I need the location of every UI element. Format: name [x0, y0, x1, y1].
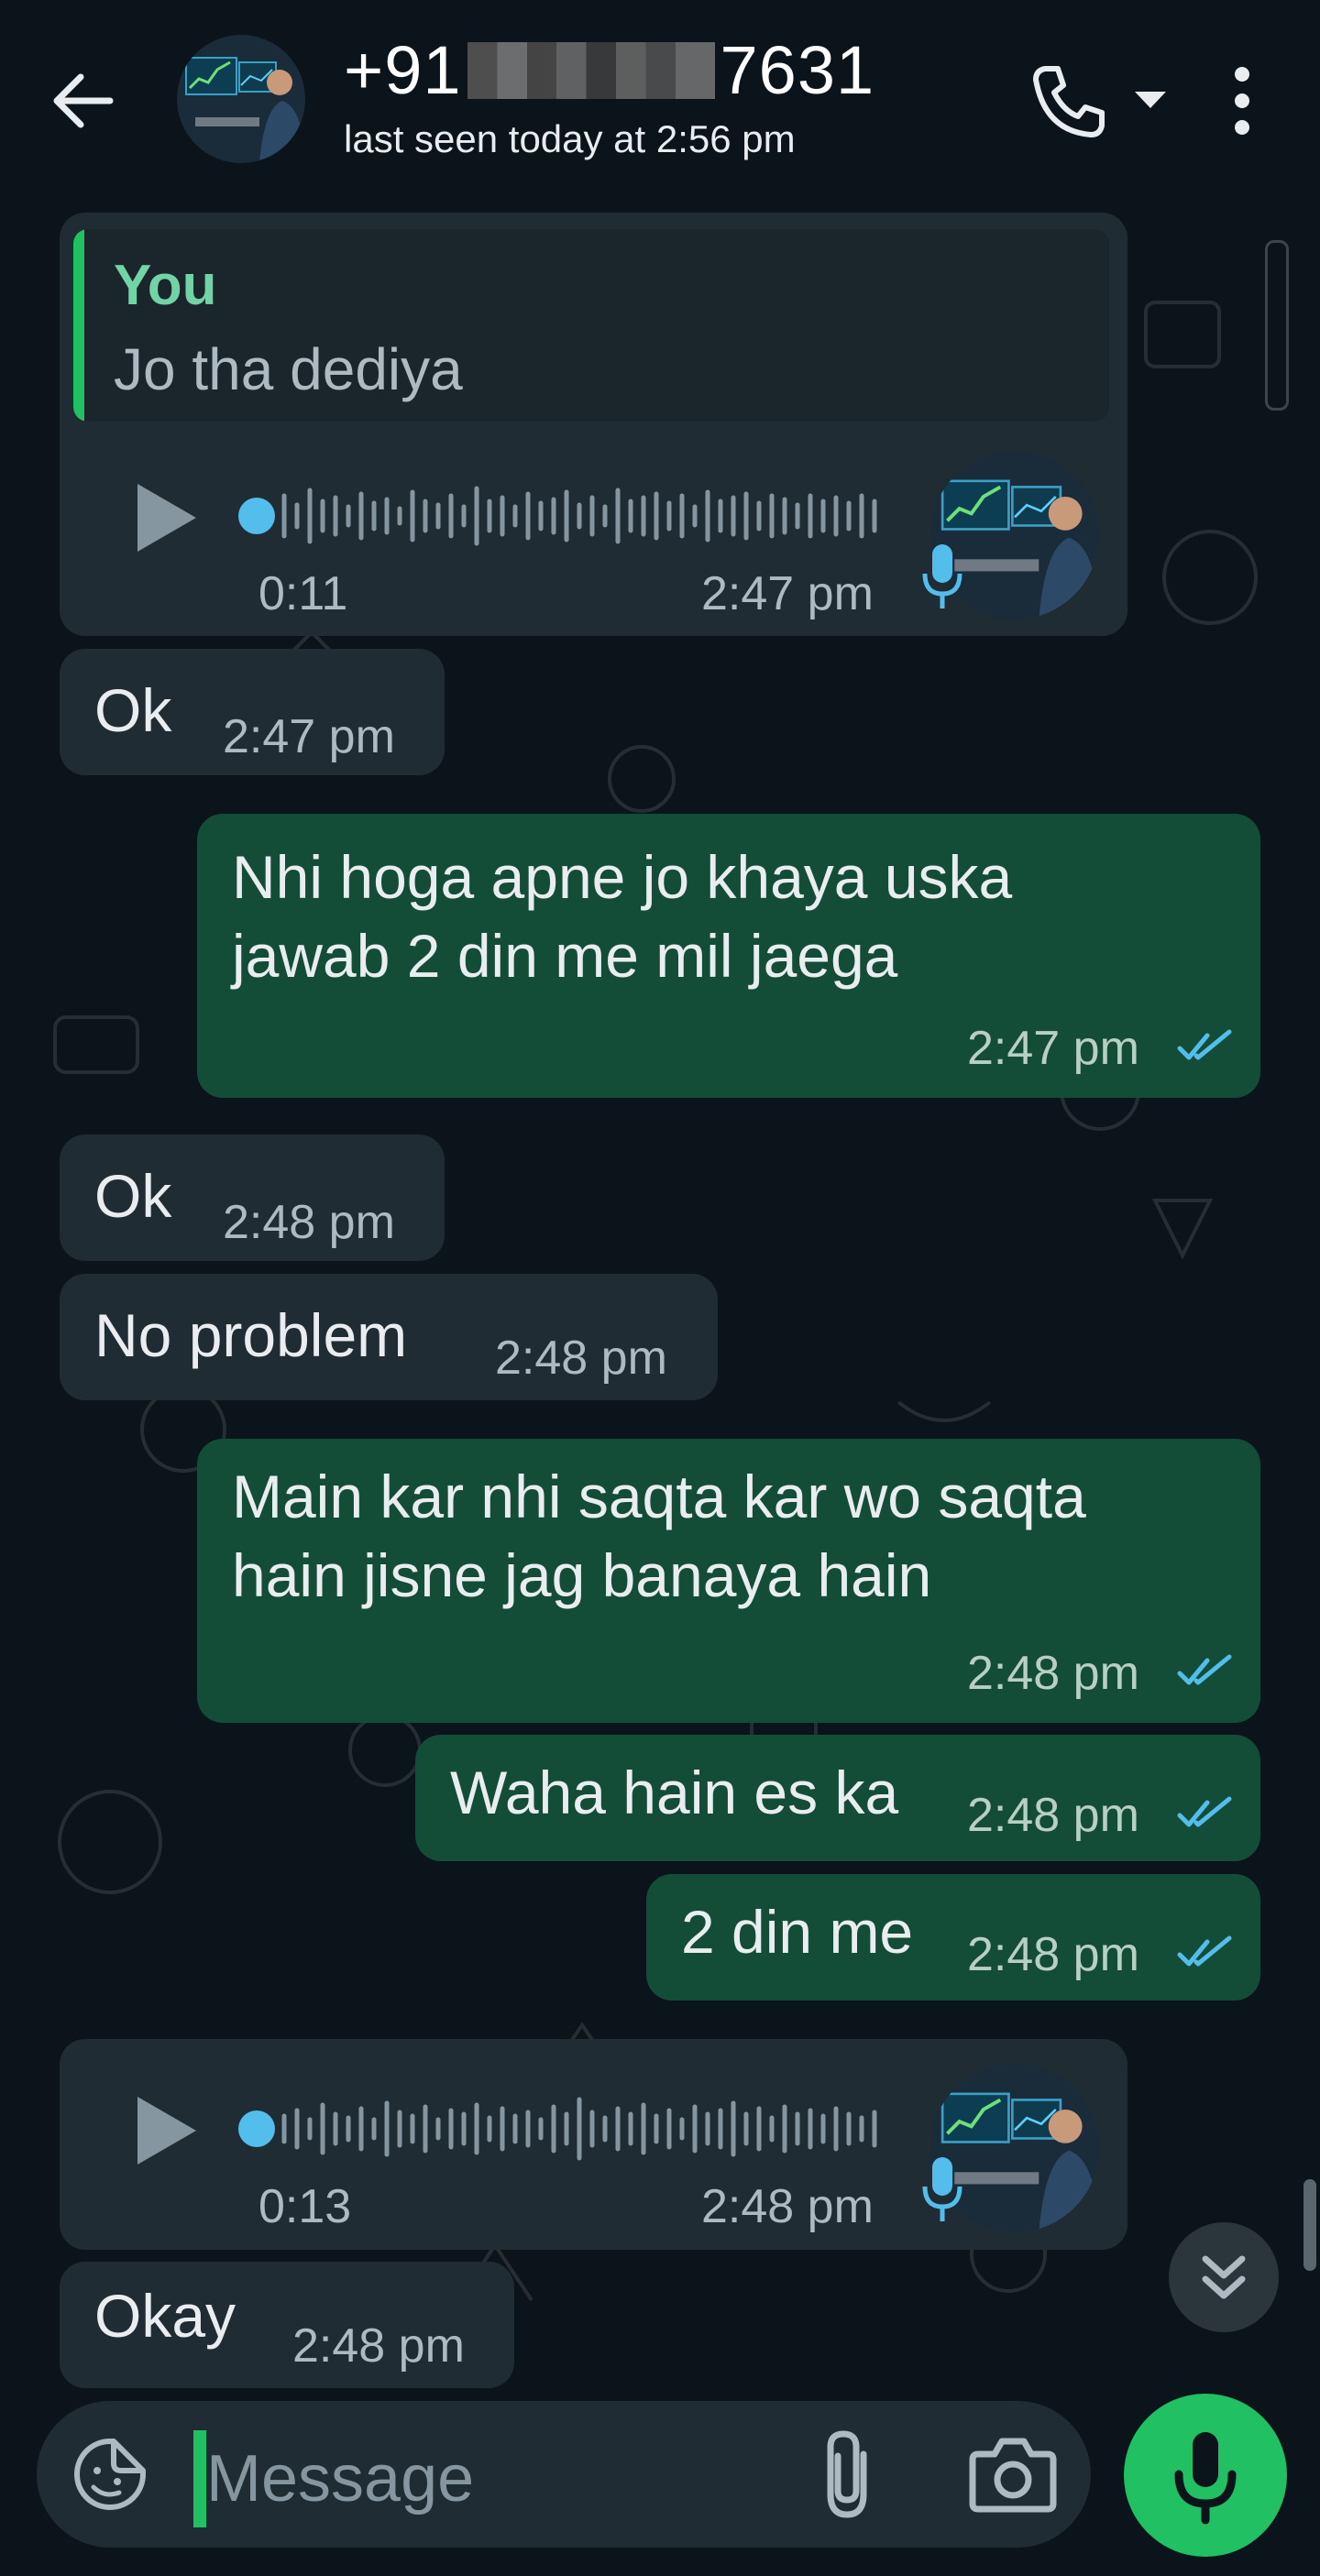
caret-down-icon[interactable] — [1128, 81, 1173, 117]
scrollbar-handle[interactable] — [1304, 2179, 1316, 2271]
quote-accent-bar — [73, 229, 84, 422]
play-icon[interactable] — [128, 477, 202, 559]
record-voice-button[interactable] — [1124, 2394, 1287, 2557]
message-time: 2:48 pm — [223, 1196, 395, 1249]
voice-waveform[interactable] — [236, 2083, 887, 2175]
message-bubble-out[interactable]: Waha hain es ka 2:48 pm — [415, 1735, 1260, 1861]
double-check-read-icon — [1177, 1654, 1232, 1685]
last-seen-status: last seen today at 2:56 pm — [344, 117, 796, 160]
message-input[interactable] — [206, 2428, 775, 2529]
message-time: 2:48 pm — [967, 1647, 1139, 1700]
message-time: 2:48 pm — [292, 2319, 465, 2373]
message-time: 2:48 pm — [967, 1789, 1139, 1842]
message-time: 2:48 pm — [701, 2180, 874, 2233]
phone-icon[interactable] — [1027, 60, 1109, 142]
quote-author: You — [114, 254, 217, 317]
contact-number-prefix: +91 — [344, 32, 462, 108]
double-check-read-icon — [1177, 1796, 1232, 1827]
message-bubble-in[interactable]: Ok 2:47 pm — [60, 649, 445, 775]
message-time: 2:47 pm — [223, 710, 395, 763]
message-text: Ok — [94, 1162, 172, 1230]
voice-duration: 0:13 — [258, 2180, 352, 2233]
voice-waveform[interactable] — [236, 470, 887, 562]
arrow-left-icon[interactable] — [46, 64, 119, 137]
more-vertical-icon[interactable] — [1219, 60, 1265, 142]
message-text-line: Main kar nhi saqta kar wo saqta — [232, 1463, 1086, 1530]
message-bubble-out[interactable]: 2 din me 2:48 pm — [646, 1874, 1260, 2001]
contact-avatar[interactable] — [177, 35, 305, 163]
message-time: 2:48 pm — [967, 1928, 1139, 1981]
redacted-number-block — [467, 42, 715, 99]
contact-title[interactable]: +91 7631 — [344, 31, 874, 109]
voice-duration: 0:11 — [258, 567, 348, 620]
scroll-to-bottom-button[interactable] — [1169, 2222, 1279, 2332]
text-cursor — [193, 2430, 206, 2527]
message-bubble-in[interactable]: Ok 2:48 pm — [60, 1135, 445, 1261]
message-text-line: jawab 2 din me mil jaega — [232, 922, 898, 990]
message-time: 2:47 pm — [967, 1022, 1139, 1075]
message-text: Ok — [94, 676, 172, 744]
double-check-read-icon — [1177, 1029, 1232, 1060]
message-time: 2:48 pm — [495, 1332, 667, 1385]
play-icon[interactable] — [128, 2089, 202, 2172]
microphone-icon — [1174, 2432, 1237, 2525]
message-text-line: hain jisne jag banaya hain — [232, 1541, 932, 1609]
message-bubble-in[interactable]: Okay 2:48 pm — [60, 2262, 514, 2388]
sticker-icon[interactable] — [72, 2436, 148, 2513]
paperclip-icon[interactable] — [807, 2427, 889, 2522]
scrollbar-top-handle[interactable] — [1265, 240, 1289, 411]
microphone-icon — [922, 544, 962, 608]
message-text: Okay — [94, 2282, 236, 2350]
microphone-icon — [922, 2157, 962, 2221]
message-text: No problem — [94, 1301, 408, 1369]
reply-quote[interactable]: You Jo tha dediya — [73, 229, 1109, 422]
double-check-read-icon — [1177, 1935, 1232, 1967]
contact-number-suffix: 7631 — [720, 32, 875, 108]
message-bubble-out[interactable]: Nhi hoga apne jo khaya uska jawab 2 din … — [197, 814, 1260, 1098]
chat-screen: +91 7631 last seen today at 2:56 pm You J… — [0, 0, 1320, 2576]
camera-icon[interactable] — [967, 2432, 1059, 2516]
message-bubble-out[interactable]: Main kar nhi saqta kar wo saqta hain jis… — [197, 1439, 1260, 1723]
quote-text: Jo tha dediya — [114, 336, 463, 402]
message-bubble-in[interactable]: No problem 2:48 pm — [60, 1274, 718, 1400]
message-text: Waha hain es ka — [450, 1759, 899, 1826]
message-text: 2 din me — [681, 1898, 914, 1966]
double-chevron-down-icon — [1202, 2255, 1246, 2299]
message-time: 2:47 pm — [701, 567, 874, 620]
chat-header: +91 7631 last seen today at 2:56 pm — [0, 0, 1320, 192]
message-text-line: Nhi hoga apne jo khaya uska — [232, 843, 1013, 911]
